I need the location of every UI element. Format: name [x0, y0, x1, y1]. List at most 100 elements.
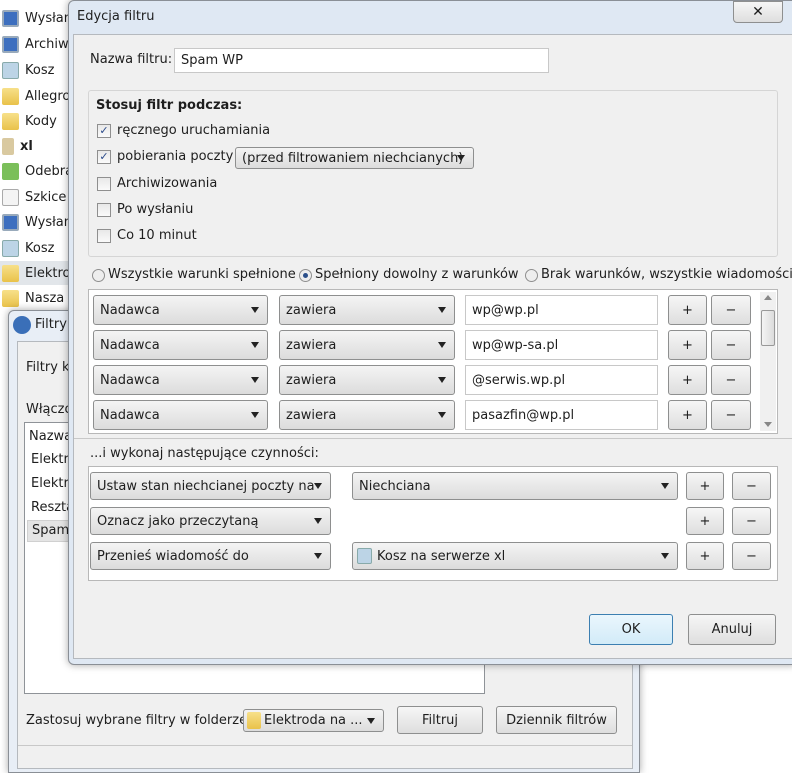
chevron-down-icon	[661, 553, 669, 559]
checkbox-label: ręcznego uruchamiania	[117, 123, 271, 138]
checkbox-manual[interactable]: ✓	[97, 124, 111, 138]
archive-icon	[2, 35, 19, 53]
remove-condition-button[interactable]: −	[711, 365, 751, 395]
folder-label: Kosz	[25, 62, 55, 78]
chevron-down-icon	[438, 342, 446, 348]
radio-match-all[interactable]	[92, 269, 105, 282]
condition-value-input[interactable]: wp@wp-sa.pl	[465, 330, 658, 360]
scrollbar-thumb[interactable]	[761, 310, 775, 346]
checkbox-label: pobierania poczty	[117, 149, 234, 164]
chevron-down-icon	[661, 483, 669, 489]
folder-label: Szkice	[25, 189, 67, 205]
trash-icon	[2, 61, 19, 79]
chevron-down-icon	[251, 307, 259, 313]
remove-action-button[interactable]: −	[732, 542, 771, 570]
filter-name-input[interactable]: Spam WP	[174, 48, 549, 73]
close-button[interactable]: ✕	[733, 1, 783, 23]
checkbox-archive[interactable]	[97, 177, 111, 191]
select-value: Nadawca	[100, 407, 160, 423]
folder-label: Kody	[25, 113, 57, 129]
run-filter-button[interactable]: Filtruj	[397, 706, 483, 734]
condition-field-select[interactable]: Nadawca	[93, 330, 268, 360]
folder-icon	[247, 712, 261, 729]
close-icon: ✕	[752, 4, 764, 20]
cancel-button[interactable]: Anuluj	[688, 614, 776, 645]
apply-when-group: Stosuj filtr podczas: ✓ ręcznego urucham…	[88, 90, 778, 257]
scroll-down-icon[interactable]	[764, 422, 772, 427]
action-target-select[interactable]: Niechciana	[352, 472, 678, 500]
select-value: Kosz na serwerze xl	[377, 548, 506, 564]
column-header-name[interactable]: Nazwa	[29, 429, 72, 444]
select-value: Ustaw stan niechcianej poczty na	[97, 478, 315, 494]
window-title: Filtry	[35, 317, 67, 332]
select-value: zawiera	[286, 302, 337, 318]
folder-label: Allegro	[25, 88, 71, 104]
remove-action-button[interactable]: −	[732, 472, 771, 500]
fetch-timing-select[interactable]: (przed filtrowaniem niechcianych)	[235, 147, 474, 169]
condition-operator-select[interactable]: zawiera	[279, 330, 455, 360]
chevron-down-icon	[251, 342, 259, 348]
chevron-down-icon	[438, 412, 446, 418]
select-value: Oznacz jako przeczytaną	[97, 513, 259, 529]
condition-value-input[interactable]: pasazfin@wp.pl	[465, 400, 658, 430]
condition-field-select[interactable]: Nadawca	[93, 295, 268, 325]
enabled-label: Włączo	[26, 402, 73, 417]
select-value: zawiera	[286, 372, 337, 388]
action-type-select[interactable]: Przenieś wiadomość do	[90, 542, 331, 570]
actions-label: ...i wykonaj następujące czynności:	[90, 446, 319, 461]
condition-field-select[interactable]: Nadawca	[93, 400, 268, 430]
add-condition-button[interactable]: +	[668, 330, 707, 360]
checkbox-fetch[interactable]: ✓	[97, 150, 111, 164]
trash-icon	[357, 548, 372, 564]
condition-value-input[interactable]: wp@wp.pl	[465, 295, 658, 325]
filter-log-button[interactable]: Dziennik filtrów	[496, 706, 617, 734]
inbox-icon	[2, 162, 19, 180]
add-condition-button[interactable]: +	[668, 295, 707, 325]
add-condition-button[interactable]: +	[668, 400, 707, 430]
condition-operator-select[interactable]: zawiera	[279, 400, 455, 430]
drafts-icon	[2, 188, 19, 206]
add-action-button[interactable]: +	[686, 542, 724, 570]
scroll-up-icon[interactable]	[764, 295, 772, 300]
remove-condition-button[interactable]: −	[711, 295, 751, 325]
action-type-select[interactable]: Oznacz jako przeczytaną	[90, 507, 331, 535]
radio-match-none[interactable]	[525, 269, 538, 282]
app-icon	[13, 316, 31, 334]
chevron-down-icon	[251, 377, 259, 383]
folder-label: xl	[20, 138, 33, 154]
checkbox-after-send[interactable]	[97, 203, 111, 217]
folder-icon	[2, 112, 19, 130]
select-value: Niechciana	[359, 478, 431, 494]
folder-select-value: Elektroda na ...	[264, 713, 363, 728]
remove-condition-button[interactable]: −	[711, 330, 751, 360]
folder-select[interactable]: Elektroda na ...	[243, 709, 384, 732]
action-type-select[interactable]: Ustaw stan niechcianej poczty na	[90, 472, 331, 500]
conditions-list: Nadawca zawiera wp@wp.pl + − Nadawca zawiera wp…	[88, 289, 778, 434]
checkbox-label: Po wysłaniu	[117, 202, 194, 217]
condition-operator-select[interactable]: zawiera	[279, 365, 455, 395]
folder-icon	[2, 87, 19, 105]
chevron-down-icon	[314, 483, 322, 489]
remove-action-button[interactable]: −	[732, 507, 771, 535]
ok-button[interactable]: OK	[589, 614, 673, 645]
radio-label: Brak warunków, wszystkie wiadomości	[541, 267, 792, 282]
condition-operator-select[interactable]: zawiera	[279, 295, 455, 325]
folder-label: Wysłan	[25, 214, 72, 230]
add-condition-button[interactable]: +	[668, 365, 707, 395]
folder-label: Wysłan	[25, 10, 72, 26]
add-action-button[interactable]: +	[686, 507, 724, 535]
add-action-button[interactable]: +	[686, 472, 724, 500]
filter-name-label: Nazwa filtru:	[90, 52, 173, 67]
chevron-down-icon	[457, 155, 465, 161]
radio-match-any[interactable]	[299, 269, 312, 282]
select-value: Nadawca	[100, 302, 160, 318]
scrollbar[interactable]	[760, 292, 776, 431]
checkbox-periodic[interactable]	[97, 229, 111, 243]
folder-icon	[2, 264, 19, 282]
condition-value-input[interactable]: @serwis.wp.pl	[465, 365, 658, 395]
condition-field-select[interactable]: Nadawca	[93, 365, 268, 395]
chevron-down-icon	[314, 518, 322, 524]
radio-label: Wszystkie warunki spełnione	[108, 267, 296, 282]
action-target-select[interactable]: Kosz na serwerze xl	[352, 542, 678, 570]
remove-condition-button[interactable]: −	[711, 400, 751, 430]
